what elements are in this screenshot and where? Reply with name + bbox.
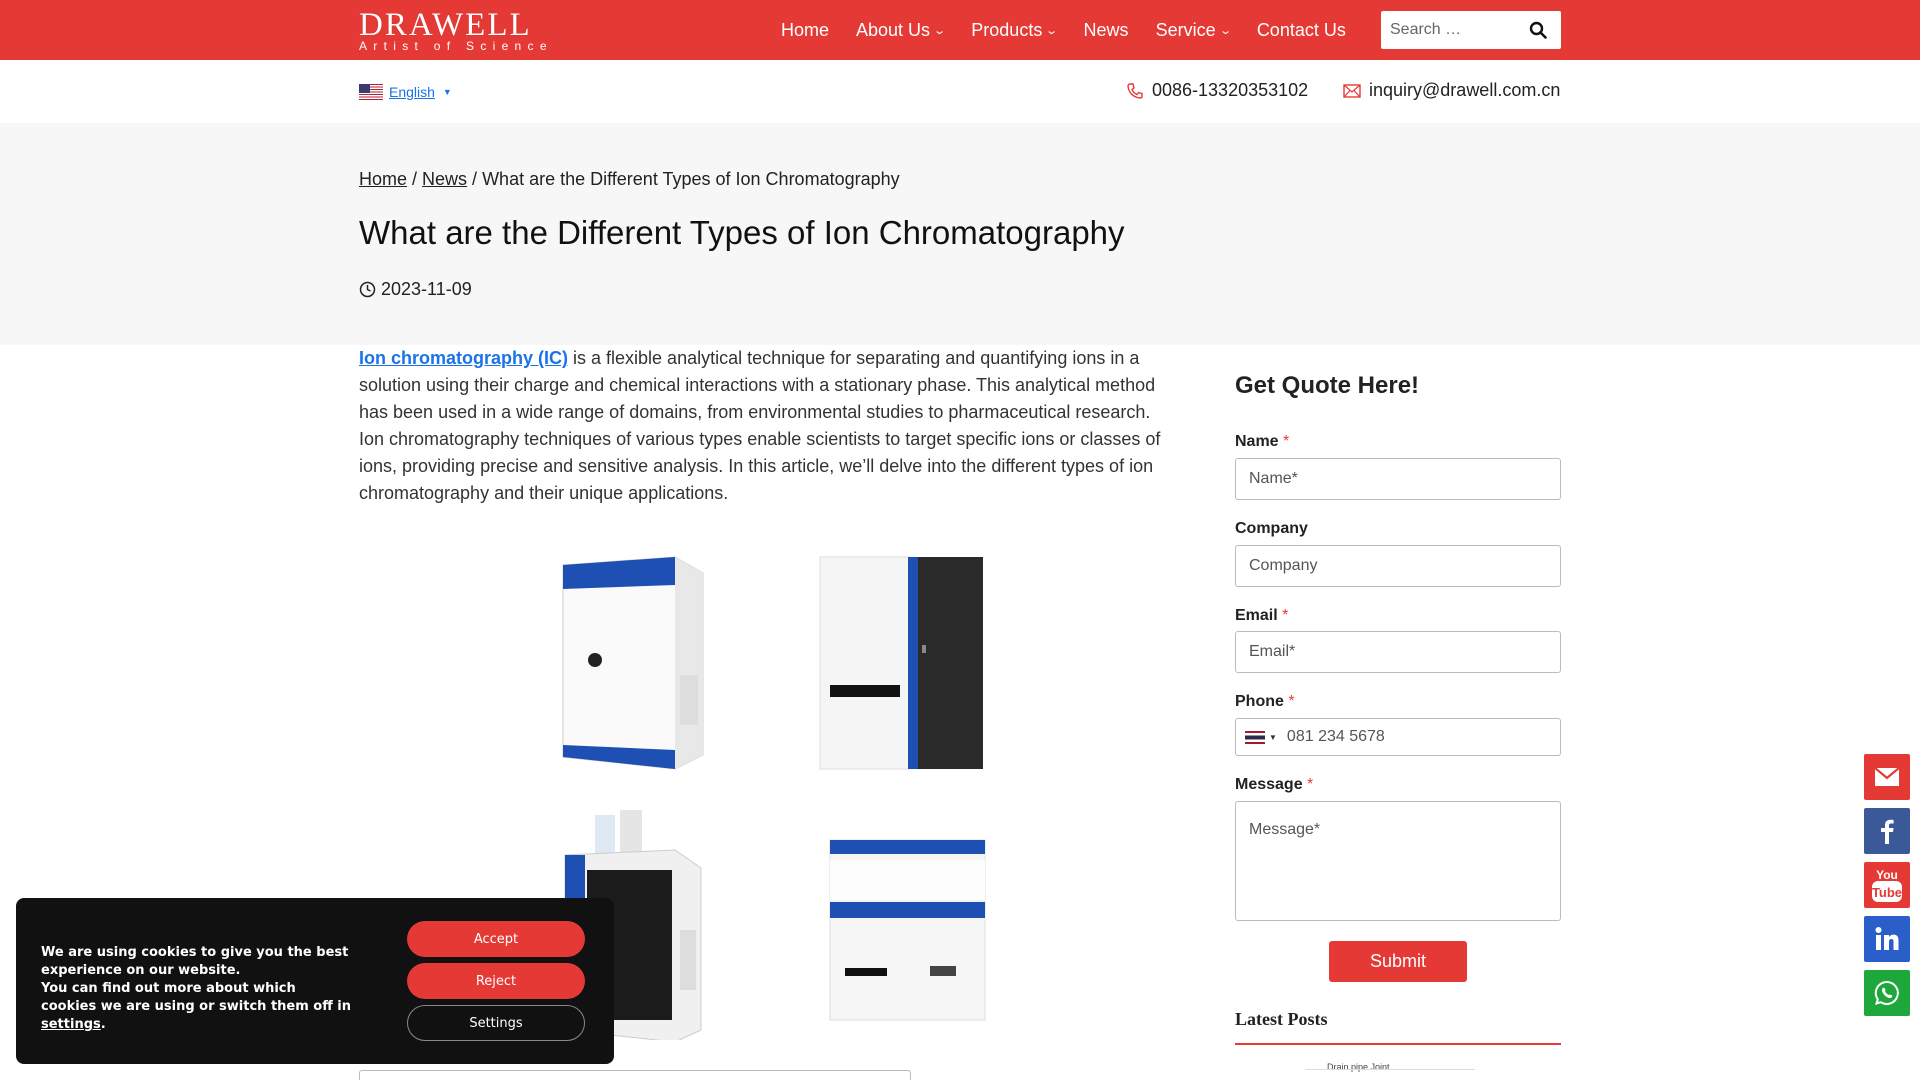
latest-posts-divider xyxy=(1235,1043,1561,1045)
cookie-settings-link[interactable]: settings xyxy=(41,1017,101,1032)
nav-products[interactable]: Products ⌄ xyxy=(971,19,1059,41)
cookie-line-1: We are using cookies to give you the bes… xyxy=(41,945,349,978)
social-whatsapp-button[interactable] xyxy=(1864,970,1910,1016)
main-nav: Home About Us ⌄ Products ⌄ News Service ⌄ C… xyxy=(781,0,1373,60)
thailand-flag-icon[interactable] xyxy=(1245,730,1265,744)
latest-posts-title: Latest Posts xyxy=(1235,1009,1328,1029)
phone-input[interactable] xyxy=(1286,720,1527,754)
cookie-banner: We are using cookies to give you the bes… xyxy=(16,898,614,1064)
logo-wordmark: DRAWELL xyxy=(359,7,532,43)
name-label: Name * xyxy=(1235,433,1289,451)
breadcrumb-separator: / xyxy=(467,169,483,189)
required-mark: * xyxy=(1283,433,1290,450)
nav-about-us[interactable]: About Us ⌄ xyxy=(856,19,947,41)
svg-text:You: You xyxy=(1876,868,1898,882)
logo-tagline: Artist of Science xyxy=(359,39,553,53)
language-switcher[interactable]: English ▼ xyxy=(359,84,452,100)
table-of-contents[interactable] xyxy=(359,1070,911,1080)
us-flag-icon xyxy=(359,84,383,100)
message-label: Message * xyxy=(1235,776,1313,794)
email-field[interactable] xyxy=(1235,631,1561,673)
svg-text:Tube: Tube xyxy=(1872,885,1902,900)
site-header: DRAWELL Artist of Science Home About Us ⌄… xyxy=(0,0,1920,60)
language-label: English xyxy=(389,84,435,100)
breadcrumb-home[interactable]: Home xyxy=(359,169,407,189)
contact-email[interactable]: inquiry@drawell.com.cn xyxy=(1343,80,1560,101)
post-date-value: 2023-11-09 xyxy=(381,279,472,299)
message-label-text: Message xyxy=(1235,776,1303,793)
breadcrumb-news[interactable]: News xyxy=(422,169,467,189)
search-icon[interactable] xyxy=(1529,21,1547,39)
social-youtube-button[interactable]: You Tube xyxy=(1864,862,1910,908)
contact-phone[interactable]: 0086-13320353102 xyxy=(1126,80,1308,101)
chevron-down-icon: ⌄ xyxy=(1045,24,1059,37)
ion-chromatograph-image-1 xyxy=(562,556,704,770)
breadcrumb: Home / News / What are the Different Typ… xyxy=(359,169,900,190)
title-band: Home / News / What are the Different Typ… xyxy=(0,123,1920,345)
breadcrumb-current: What are the Different Types of Ion Chro… xyxy=(482,169,900,189)
social-email-button[interactable] xyxy=(1864,754,1910,800)
name-field[interactable] xyxy=(1235,458,1561,500)
clock-icon xyxy=(359,281,376,298)
message-field[interactable] xyxy=(1235,801,1561,921)
cookie-accept-button[interactable]: Accept xyxy=(407,921,585,957)
company-label: Company xyxy=(1235,520,1308,537)
nav-news-label: News xyxy=(1083,19,1129,40)
cookie-reject-button[interactable]: Reject xyxy=(407,963,585,999)
phone-label-text: Phone xyxy=(1235,693,1284,710)
phone-number: 0086-13320353102 xyxy=(1152,80,1309,100)
info-bar: English ▼ 0086-13320353102 inquiry@drawe… xyxy=(0,60,1920,123)
phone-field: ▼ xyxy=(1235,718,1561,756)
ion-chromatography-link[interactable]: Ion chromatography (IC) xyxy=(359,348,568,368)
phone-icon xyxy=(1127,82,1143,99)
nav-service[interactable]: Service ⌄ xyxy=(1155,19,1232,41)
nav-contact-us[interactable]: Contact Us xyxy=(1257,20,1346,41)
required-mark: * xyxy=(1307,776,1314,793)
chevron-down-icon: ⌄ xyxy=(933,24,947,37)
linkedin-icon xyxy=(1875,927,1899,950)
post-date: 2023-11-09 xyxy=(359,279,472,300)
article-intro: Ion chromatography (IC) is a flexible an… xyxy=(359,345,1169,507)
email-label-text: Email xyxy=(1235,607,1278,624)
chevron-down-icon: ⌄ xyxy=(1218,24,1232,37)
nav-products-label: Products xyxy=(971,19,1043,40)
envelope-icon xyxy=(1343,83,1361,98)
search-input[interactable] xyxy=(1381,12,1521,48)
breadcrumb-separator: / xyxy=(407,169,423,189)
nav-about-us-label: About Us xyxy=(856,19,931,40)
required-mark: * xyxy=(1282,607,1289,624)
email-address: inquiry@drawell.com.cn xyxy=(1369,80,1561,100)
caret-down-icon[interactable]: ▼ xyxy=(1269,733,1277,742)
ion-chromatograph-image-4 xyxy=(829,839,986,1021)
whatsapp-icon xyxy=(1874,980,1899,1006)
youtube-icon: You Tube xyxy=(1872,868,1902,902)
cookie-line-2: You can find out more about which cookie… xyxy=(41,981,351,1014)
latest-post-thumbnail[interactable] xyxy=(1305,1069,1475,1080)
social-facebook-button[interactable] xyxy=(1864,808,1910,854)
page-title: What are the Different Types of Ion Chro… xyxy=(359,214,1125,251)
nav-home-label: Home xyxy=(781,19,830,40)
intro-text: is a flexible analytical technique for s… xyxy=(359,348,1161,503)
company-field[interactable] xyxy=(1235,545,1561,587)
email-label: Email * xyxy=(1235,607,1288,625)
mail-icon xyxy=(1875,768,1899,786)
cookie-message: We are using cookies to give you the bes… xyxy=(41,944,351,1034)
caret-down-icon: ▼ xyxy=(442,87,452,97)
cookie-settings-button[interactable]: Settings xyxy=(407,1005,585,1041)
search-box xyxy=(1381,11,1561,49)
nav-news[interactable]: News xyxy=(1084,20,1129,41)
required-mark: * xyxy=(1288,693,1295,710)
name-label-text: Name xyxy=(1235,433,1279,450)
social-linkedin-button[interactable] xyxy=(1864,916,1910,962)
submit-button[interactable]: Submit xyxy=(1329,941,1467,982)
phone-label: Phone * xyxy=(1235,693,1295,711)
nav-contact-us-label: Contact Us xyxy=(1256,19,1346,40)
ion-chromatograph-image-2 xyxy=(819,556,983,770)
quote-form-title: Get Quote Here! xyxy=(1235,372,1420,399)
nav-service-label: Service xyxy=(1155,19,1216,40)
facebook-icon xyxy=(1881,819,1894,844)
site-logo[interactable]: DRAWELL Artist of Science xyxy=(359,7,553,53)
cookie-line-2-end: . xyxy=(100,1017,106,1032)
nav-home[interactable]: Home xyxy=(781,20,829,41)
